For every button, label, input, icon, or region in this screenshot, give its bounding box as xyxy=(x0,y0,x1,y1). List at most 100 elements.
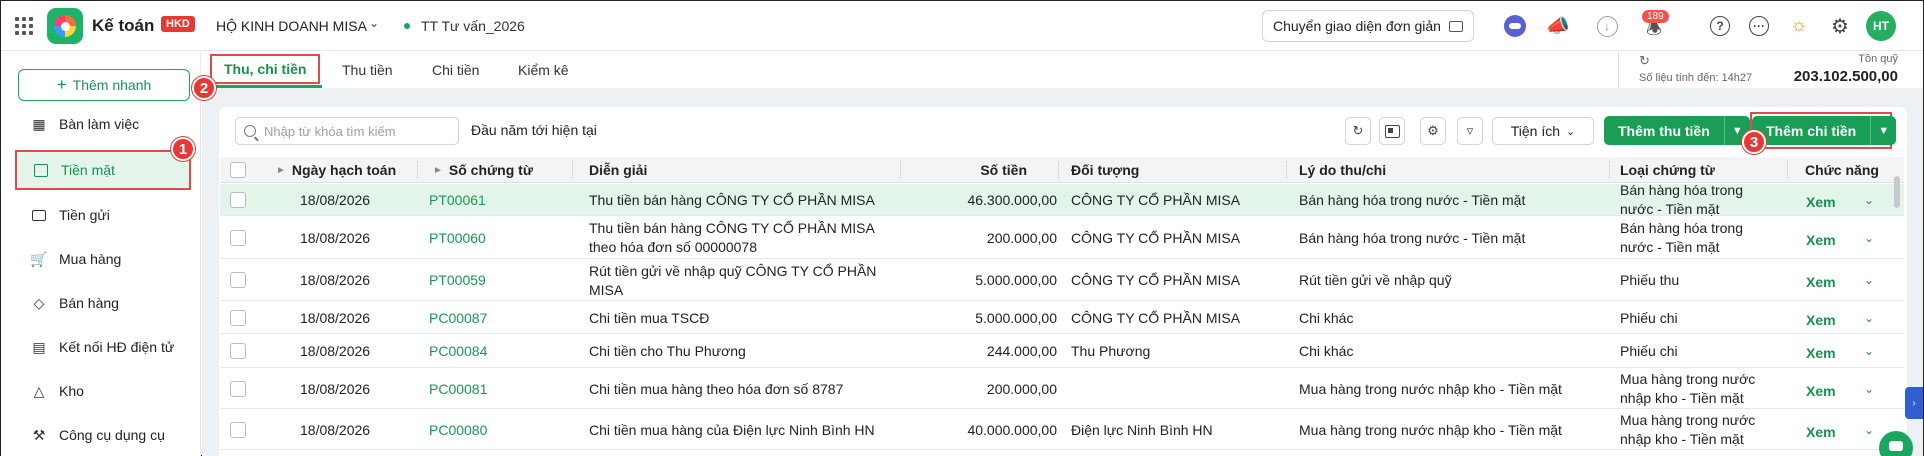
header-date[interactable]: ► Ngày hạch toán xyxy=(276,157,396,183)
row-view-button[interactable]: Xem xyxy=(1806,219,1836,261)
tab-receipts-payments[interactable]: Thu, chi tiền xyxy=(210,54,321,84)
hkd-badge: HKD xyxy=(161,16,195,32)
sidebar-item-label: Bàn làm việc xyxy=(59,116,140,132)
table-row[interactable]: 18/08/2026 PT00060 Thu tiền bán hàng CÔN… xyxy=(220,217,1904,259)
row-type: Bán hàng hóa trong nước - Tiền mặt xyxy=(1620,220,1743,255)
table-row[interactable]: 18/08/2026 PC00081 Chi tiền mua hàng the… xyxy=(220,369,1904,409)
row-checkbox[interactable] xyxy=(230,422,246,438)
app-grid-icon[interactable] xyxy=(15,17,33,35)
table-scrollbar[interactable] xyxy=(1894,176,1900,208)
sidebar-item-sales[interactable]: ◇ Bán hàng xyxy=(15,285,191,321)
app-logo[interactable] xyxy=(47,8,83,44)
row-amount: 244.000,00 xyxy=(986,343,1057,359)
row-type: Phiếu thu xyxy=(1620,272,1680,288)
export-excel-button[interactable] xyxy=(1379,117,1405,145)
table-row[interactable]: 18/08/2026 PC00084 Chi tiền cho Thu Phươ… xyxy=(220,335,1904,368)
sidebar-item-inventory[interactable]: △ Kho xyxy=(15,373,191,409)
row-voucher-link[interactable]: PC00087 xyxy=(429,302,487,334)
branch-selector[interactable]: TT Tư vấn_2026 xyxy=(421,18,525,34)
company-selector[interactable]: HỘ KINH DOANH MISA xyxy=(216,18,367,34)
refresh-icon[interactable]: ↻ xyxy=(1639,53,1650,69)
header-amount[interactable]: Số tiền xyxy=(910,157,1027,183)
pin-icon[interactable]: ► xyxy=(433,165,443,176)
chevron-down-icon[interactable]: ⌄ xyxy=(1864,217,1874,259)
add-payment-button[interactable]: Thêm chi tiền ▼ xyxy=(1752,116,1897,145)
row-voucher-link[interactable]: PC00081 xyxy=(429,369,487,409)
chevron-down-icon[interactable]: ⌄ xyxy=(369,16,379,30)
search-input[interactable] xyxy=(264,123,444,139)
sidebar-item-dashboard[interactable]: ▦ Bàn làm việc xyxy=(15,106,191,142)
chevron-down-icon[interactable]: ⌄ xyxy=(1864,369,1874,409)
tab-stocktake[interactable]: Kiểm kê xyxy=(518,52,569,88)
row-view-button[interactable]: Xem xyxy=(1806,371,1836,411)
chevron-down-icon[interactable]: ⌄ xyxy=(1864,335,1874,368)
download-icon[interactable]: ↓ xyxy=(1595,14,1619,38)
row-voucher-link[interactable]: PC00084 xyxy=(429,335,487,368)
gear-icon[interactable]: ⚙ xyxy=(1828,14,1852,38)
row-view-button[interactable]: Xem xyxy=(1806,186,1836,218)
row-view-button[interactable]: Xem xyxy=(1806,412,1836,452)
tab-receipts[interactable]: Thu tiền xyxy=(342,52,393,88)
more-icon[interactable]: ··· xyxy=(1747,14,1771,38)
row-view-button[interactable]: Xem xyxy=(1806,304,1836,336)
row-checkbox[interactable] xyxy=(230,343,246,359)
side-panel-toggle[interactable]: › xyxy=(1905,387,1923,419)
table-row[interactable]: 18/08/2026 PT00061 Thu tiền bán hàng CÔN… xyxy=(220,182,1904,218)
megaphone-icon[interactable]: 📣 xyxy=(1546,14,1570,38)
add-payment-label[interactable]: Thêm chi tiền xyxy=(1752,116,1870,145)
chevron-down-icon[interactable]: ⌄ xyxy=(1864,410,1874,450)
assistant-icon[interactable] xyxy=(1503,14,1527,38)
table-row[interactable]: 18/08/2026 PC00087 Chi tiền mua TSCĐ 5.0… xyxy=(220,302,1904,334)
row-checkbox[interactable] xyxy=(230,230,246,246)
settings-button[interactable]: ⚙ xyxy=(1420,117,1446,145)
row-amount: 5.000.000,00 xyxy=(975,272,1057,288)
pin-icon[interactable]: ► xyxy=(276,165,286,176)
row-voucher-link[interactable]: PT00059 xyxy=(429,260,486,301)
sidebar-item-label: Mua hàng xyxy=(59,251,122,267)
avatar[interactable]: HT xyxy=(1866,11,1896,41)
row-checkbox[interactable] xyxy=(230,310,246,326)
row-voucher-link[interactable]: PC00080 xyxy=(429,410,487,450)
quick-add-button[interactable]: + Thêm nhanh xyxy=(18,69,190,101)
row-voucher-link[interactable]: PT00061 xyxy=(429,184,486,216)
period-filter[interactable]: Đầu năm tới hiện tại xyxy=(471,122,597,138)
row-checkbox[interactable] xyxy=(230,272,246,288)
reload-button[interactable]: ↻ xyxy=(1345,117,1371,145)
filter-button[interactable]: ▿ xyxy=(1457,117,1483,145)
gift-icon[interactable]: ☼ xyxy=(1787,14,1811,38)
header-voucher[interactable]: ► Số chứng từ xyxy=(433,157,533,183)
header-desc[interactable]: Diễn giải xyxy=(589,157,647,183)
branch-status-dot xyxy=(404,23,410,29)
row-date: 18/08/2026 xyxy=(300,229,371,246)
sidebar-item-deposit[interactable]: Tiền gửi xyxy=(15,197,191,233)
sidebar-item-einvoice[interactable]: ▤ Kết nối HĐ điện tử xyxy=(15,329,191,365)
select-all-checkbox[interactable] xyxy=(230,162,246,178)
row-voucher-link[interactable]: PT00060 xyxy=(429,217,486,259)
switch-ui-button[interactable]: Chuyển giao diện đơn giản xyxy=(1262,10,1474,42)
chevron-down-icon[interactable]: ⌄ xyxy=(1864,260,1874,301)
header-reason[interactable]: Lý do thu/chi xyxy=(1299,157,1386,183)
sidebar-item-purchase[interactable]: 🛒 Mua hàng xyxy=(15,241,191,277)
chevron-down-icon[interactable]: ▼ xyxy=(1870,116,1896,145)
sidebar-item-cash[interactable]: Tiền mặt xyxy=(15,150,191,190)
row-checkbox[interactable] xyxy=(230,192,246,208)
tab-payments[interactable]: Chi tiền xyxy=(432,52,479,88)
chevron-down-icon[interactable]: ⌄ xyxy=(1864,184,1874,216)
table-row[interactable]: 18/08/2026 PC00080 Chi tiền mua hàng của… xyxy=(220,410,1904,450)
header-type[interactable]: Loại chứng từ xyxy=(1620,157,1715,183)
sidebar-item-tools[interactable]: ⚒ Công cụ dụng cụ xyxy=(15,417,191,453)
search-box[interactable] xyxy=(235,117,459,145)
sidebar-item-label: Kết nối HĐ điện tử xyxy=(59,339,175,355)
chevron-down-icon[interactable]: ⌄ xyxy=(1864,302,1874,334)
row-view-button[interactable]: Xem xyxy=(1806,262,1836,303)
row-view-button[interactable]: Xem xyxy=(1806,337,1836,370)
header-object[interactable]: Đối tượng xyxy=(1071,157,1139,183)
table-row[interactable]: 18/08/2026 PT00059 Rút tiền gửi về nhập … xyxy=(220,260,1904,301)
invoice-icon: ▤ xyxy=(32,338,46,355)
row-checkbox[interactable] xyxy=(230,381,246,397)
add-receipt-label[interactable]: Thêm thu tiền xyxy=(1604,116,1724,145)
add-receipt-button[interactable]: Thêm thu tiền ▼ xyxy=(1604,116,1750,145)
utility-dropdown[interactable]: Tiện ích ⌄ xyxy=(1492,117,1594,145)
filter-icon: ▿ xyxy=(1466,123,1474,138)
help-icon[interactable]: ? xyxy=(1708,14,1732,38)
